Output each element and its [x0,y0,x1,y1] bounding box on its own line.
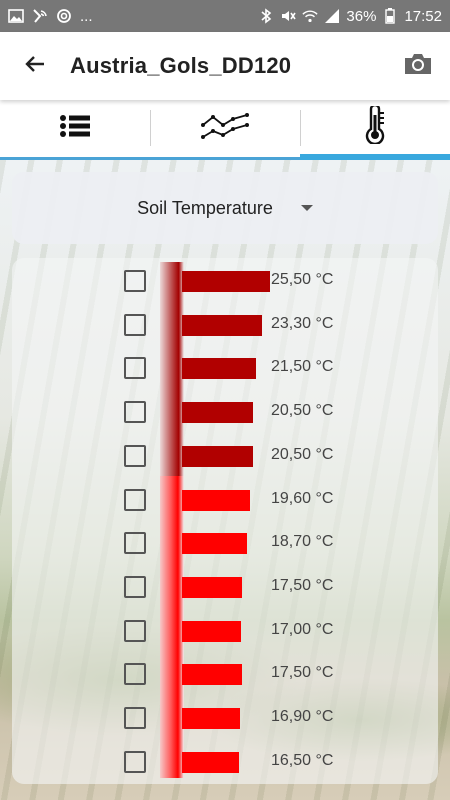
list-item: 17,00 °C [12,610,438,654]
depth-checkbox[interactable] [124,575,146,598]
temperature-bar [182,664,242,686]
depth-checkbox[interactable] [124,488,146,511]
temperature-value: 23,30 °C [271,314,334,332]
signal-icon [324,8,340,24]
list-item: 23,30 °C [12,304,438,348]
list-item: 16,90 °C [12,697,438,741]
thermometer-icon [364,103,386,149]
depth-checkbox[interactable] [124,619,146,642]
image-icon [8,8,24,24]
back-button[interactable] [0,32,70,100]
dropdown-selected-value: Soil Temperature [137,197,273,218]
temperature-bar [182,314,262,336]
tab-chart[interactable] [150,100,300,160]
temperature-bar [182,445,253,467]
temperature-value: 21,50 °C [271,358,334,376]
tab-list[interactable] [0,100,150,160]
depth-checkbox[interactable] [124,663,146,686]
soil-temperature-list: 25,50 °C 23,30 °C 21,50 °C 20,50 °C 20,50 °C… [12,258,438,784]
list-icon [60,115,90,142]
status-time: 17:52 [404,7,442,25]
chevron-down-icon [300,205,313,211]
list-item: 17,50 °C [12,566,438,610]
tab-bar [0,100,450,160]
sensor-type-dropdown[interactable]: Soil Temperature [12,172,438,244]
depth-checkbox[interactable] [124,444,146,467]
temperature-value: 20,50 °C [271,402,334,420]
temperature-value: 16,90 °C [271,708,334,725]
page-title: Austria_Gols_DD120 [70,53,292,78]
temperature-value: 17,50 °C [271,576,334,594]
temperature-value: 25,50 °C [271,271,334,288]
list-item: 18,70 °C [12,522,438,566]
bluetooth-icon [258,8,274,24]
depth-checkbox[interactable] [124,313,146,336]
mute-icon [280,8,297,24]
depth-checkbox[interactable] [124,750,146,773]
temperature-bar [182,708,240,729]
temperature-bar [182,576,242,598]
temperature-bar [182,751,239,773]
list-item: 25,50 °C [12,260,438,304]
broadcast-icon [32,8,48,24]
depth-checkbox[interactable] [124,270,146,292]
temperature-value: 16,50 °C [271,751,334,769]
camera-button[interactable] [386,32,450,100]
temperature-bar [182,489,250,511]
list-item: 19,60 °C [12,479,438,523]
camera-icon [403,52,433,81]
depth-checkbox[interactable] [124,707,146,729]
status-bar: ... 36% 17:52 [0,0,450,32]
battery-percent: 36% [346,7,377,25]
list-item: 20,50 °C [12,391,438,435]
arrow-left-icon [23,52,47,81]
temperature-bar [182,402,253,424]
depth-checkbox[interactable] [124,532,146,555]
depth-checkbox[interactable] [124,357,146,380]
app-bar: Austria_Gols_DD120 [0,32,450,100]
temperature-value: 18,70 °C [271,533,334,551]
list-item: 16,50 °C [12,741,438,784]
list-item: 21,50 °C [12,347,438,391]
sync-circle-icon [56,8,72,24]
temperature-value: 20,50 °C [271,445,334,463]
status-more: ... [80,7,93,25]
wifi-icon [302,8,319,24]
battery-icon [382,8,398,24]
list-item: 20,50 °C [12,435,438,479]
temperature-value: 19,60 °C [271,489,334,507]
temperature-bar [182,533,247,555]
temperature-value: 17,50 °C [271,664,334,682]
temperature-bar [182,271,270,292]
temperature-bar [182,358,256,380]
list-item: 17,50 °C [12,653,438,697]
tab-temperature[interactable] [300,100,450,160]
temperature-bar [182,620,241,642]
line-chart-icon [201,113,249,144]
temperature-value: 17,00 °C [271,620,334,638]
depth-checkbox[interactable] [124,401,146,424]
